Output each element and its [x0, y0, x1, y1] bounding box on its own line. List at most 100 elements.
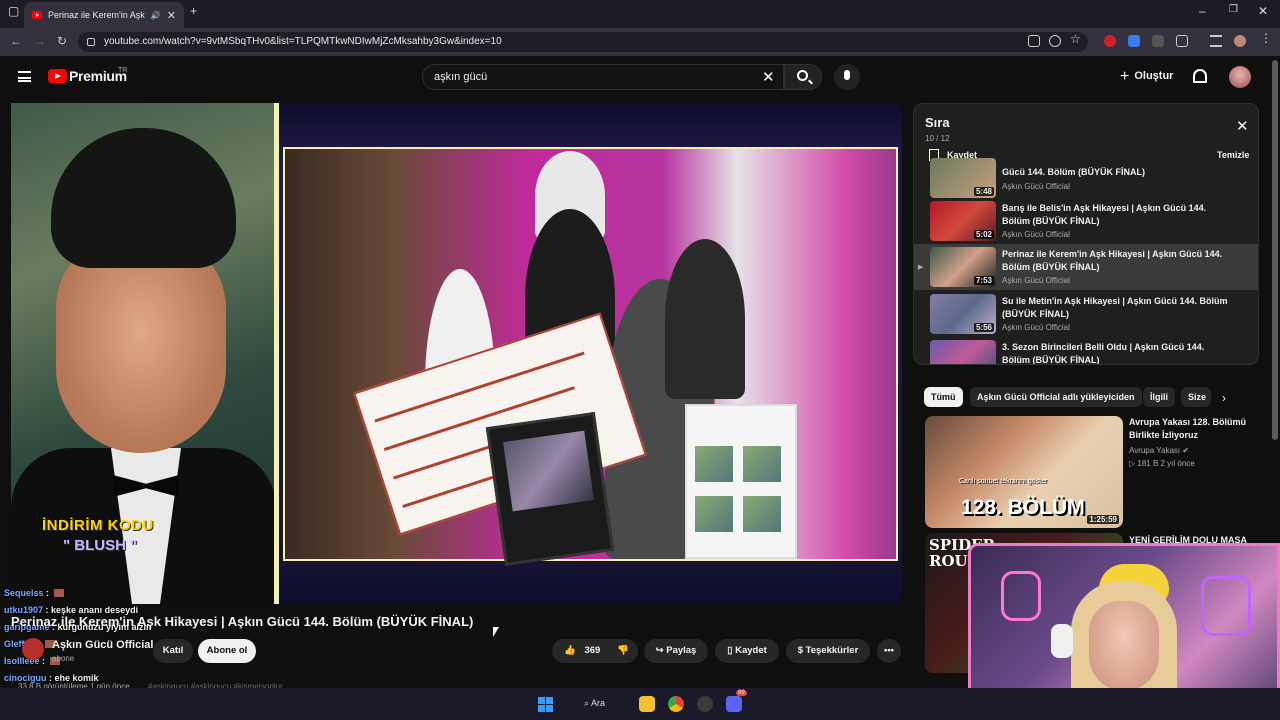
site-info-icon[interactable] — [87, 38, 95, 46]
playlist-item-title: Gücü 144. Bölüm (BÜYÜK FİNAL) — [1002, 167, 1146, 177]
create-label: Oluştur — [1134, 70, 1174, 82]
like-icon[interactable]: 👍 — [564, 645, 576, 656]
hide-icon[interactable] — [1049, 35, 1061, 47]
reading-list-icon[interactable] — [1210, 35, 1222, 47]
more-icon: ••• — [884, 645, 894, 656]
neon-sign — [1001, 571, 1041, 621]
plus-icon: + — [1120, 68, 1130, 85]
search-button[interactable] — [784, 64, 822, 90]
obs-icon[interactable] — [697, 696, 713, 712]
windows-taskbar: ⌕ Ara 99 — [0, 688, 1280, 720]
save-label: Kaydet — [735, 645, 767, 656]
meta-label: 181 B 2 yıl önce — [1137, 459, 1195, 468]
playlist-item[interactable]: 3. Sezon Birincileri Belli Oldu | Aşkın … — [914, 337, 1258, 365]
more-actions-button[interactable]: ••• — [877, 639, 901, 663]
profile-avatar[interactable] — [1234, 35, 1246, 47]
hair-shape — [51, 128, 236, 268]
star-icon[interactable]: ☆ — [1070, 32, 1082, 46]
install-icon[interactable] — [1028, 35, 1040, 47]
recommendation-thumbnail[interactable]: Canlı sohbet tekrarını göster 128. BÖLÜM… — [925, 416, 1123, 528]
extension-dark-icon[interactable] — [1152, 35, 1164, 47]
forward-icon[interactable]: → — [34, 34, 46, 48]
discord-icon[interactable]: 99 — [726, 690, 747, 712]
share-icon: ↪ — [655, 645, 667, 656]
notifications-icon[interactable] — [1193, 69, 1207, 83]
extensions-icon[interactable] — [1176, 35, 1188, 47]
create-button[interactable]: + Oluştur — [1120, 68, 1173, 86]
extension-red-icon[interactable] — [1104, 35, 1116, 47]
close-playlist-icon[interactable]: ✕ — [1236, 117, 1249, 135]
taskbar-search[interactable]: ⌕ Ara — [584, 698, 605, 709]
dislike-icon[interactable]: 👎 — [617, 645, 629, 656]
share-label: Paylaş — [666, 645, 697, 656]
browser-tab-bar: ▢ Perinaz ile Kerem'in Aşk Hi 🔊 ✕ + – ❐ … — [0, 0, 1280, 28]
browser-tab[interactable]: Perinaz ile Kerem'in Aşk Hi 🔊 ✕ — [24, 2, 184, 28]
playlist-thumbnail: 7:53 — [930, 247, 996, 287]
playlist-item[interactable]: 5:02 Barış ile Belis'in Aşk Hikayesi | A… — [914, 198, 1258, 244]
new-tab-icon[interactable]: + — [190, 4, 197, 18]
playlist-title: Sıra — [925, 115, 950, 130]
share-button[interactable]: ↪ Paylaş — [644, 639, 708, 663]
browser-menu-icon[interactable]: ⋮ — [1260, 31, 1272, 45]
playlist-thumbnail: 5:48 — [930, 158, 996, 198]
url-field[interactable]: youtube.com/watch?v=9vtMSbqTHv0&list=TLP… — [78, 32, 1088, 52]
channel-name[interactable]: Aşkın Gücü Official — [52, 639, 153, 651]
duration-badge: 5:56 — [973, 323, 994, 332]
neon-sign — [1201, 576, 1251, 636]
chrome-icon[interactable] — [668, 696, 684, 712]
streamer-face — [1089, 601, 1159, 691]
playlist-item[interactable]: 5:56 Su ile Metin'in Aşk Hikayesi | Aşkı… — [914, 291, 1258, 337]
now-playing-icon: ▶ — [918, 264, 924, 271]
notification-badge: 99 — [736, 690, 747, 696]
voice-search-icon[interactable] — [834, 64, 860, 90]
menu-icon[interactable] — [18, 71, 31, 82]
playlist-item-channel: Aşkın Gücü Official — [1002, 182, 1070, 191]
clear-search-icon[interactable]: ✕ — [762, 68, 775, 86]
chip-related[interactable]: İlgili — [1143, 387, 1175, 407]
playlist-item-channel: Aşkın Gücü Official — [1002, 276, 1070, 285]
youtube-logo-icon[interactable] — [48, 69, 67, 83]
reload-icon[interactable]: ↻ — [57, 34, 67, 48]
playlist-item[interactable]: 5:48 Gücü 144. Bölüm (BÜYÜK FİNAL) Aşkın… — [914, 158, 1258, 198]
duration-badge: 1:25:59 — [1087, 515, 1119, 524]
region-label: TR — [118, 67, 128, 74]
thanks-button[interactable]: $ Teşekkürler — [786, 639, 870, 663]
page-scrollbar[interactable] — [1272, 60, 1278, 440]
restore-icon[interactable]: ❐ — [1229, 4, 1238, 15]
playlist-item-current[interactable]: ▶ 7:53 Perinaz ile Kerem'in Aşk Hikayesi… — [914, 244, 1258, 290]
account-avatar[interactable] — [1229, 66, 1251, 88]
start-icon[interactable] — [538, 697, 554, 713]
like-dislike-group: 👍 369 👎 — [552, 639, 638, 663]
playlist-item-title: 3. Sezon Birincileri Belli Oldu | Aşkın … — [1002, 342, 1205, 365]
file-explorer-icon[interactable] — [639, 696, 655, 712]
channel-label: Avrupa Yakası — [1129, 446, 1181, 455]
video-player[interactable]: İNDİRİM KODU " BLUSH " — [11, 103, 902, 604]
subscribe-button[interactable]: Abone ol — [198, 639, 256, 663]
join-button[interactable]: Katıl — [153, 639, 193, 663]
extension-blue-icon[interactable] — [1128, 35, 1140, 47]
recommendation-channel: Avrupa Yakası ✔ — [1129, 446, 1189, 455]
back-icon[interactable]: ← — [10, 34, 22, 48]
tab-menu-icon[interactable]: ▢ — [8, 4, 19, 18]
audio-icon[interactable]: 🔊 — [151, 11, 161, 20]
search-icon — [797, 70, 808, 81]
chevron-right-icon[interactable]: › — [1222, 391, 1226, 405]
chip-all[interactable]: Tümü — [924, 387, 963, 407]
emote-icon — [53, 589, 64, 597]
close-window-icon[interactable]: ✕ — [1258, 4, 1268, 18]
save-button[interactable]: ▯ Kaydet — [715, 639, 779, 663]
search-input[interactable]: aşkın gücü — [422, 64, 784, 90]
minimize-icon[interactable]: – — [1199, 4, 1206, 18]
search-icon: ⌕ — [584, 698, 592, 708]
chip-from-uploader[interactable]: Aşkın Gücü Official adlı yükleyiciden — [970, 387, 1142, 407]
chip-for-you[interactable]: Size — [1181, 387, 1211, 407]
channel-avatar[interactable] — [22, 638, 44, 660]
address-bar-row: ← → ↻ youtube.com/watch?v=9vtMSbqTHv0&li… — [0, 28, 1280, 56]
close-tab-icon[interactable]: ✕ — [167, 9, 176, 22]
playlist-clear-button[interactable]: Temizle — [1217, 150, 1249, 160]
thanks-label: Teşekkürler — [805, 645, 859, 656]
show-scene — [283, 147, 898, 566]
like-count[interactable]: 369 — [584, 645, 600, 656]
recommendation-title[interactable]: Avrupa Yakası 128. Bölümü Birlikte İzliy… — [1129, 416, 1259, 442]
url-text: youtube.com/watch?v=9vtMSbqTHv0&list=TLP… — [104, 36, 502, 47]
